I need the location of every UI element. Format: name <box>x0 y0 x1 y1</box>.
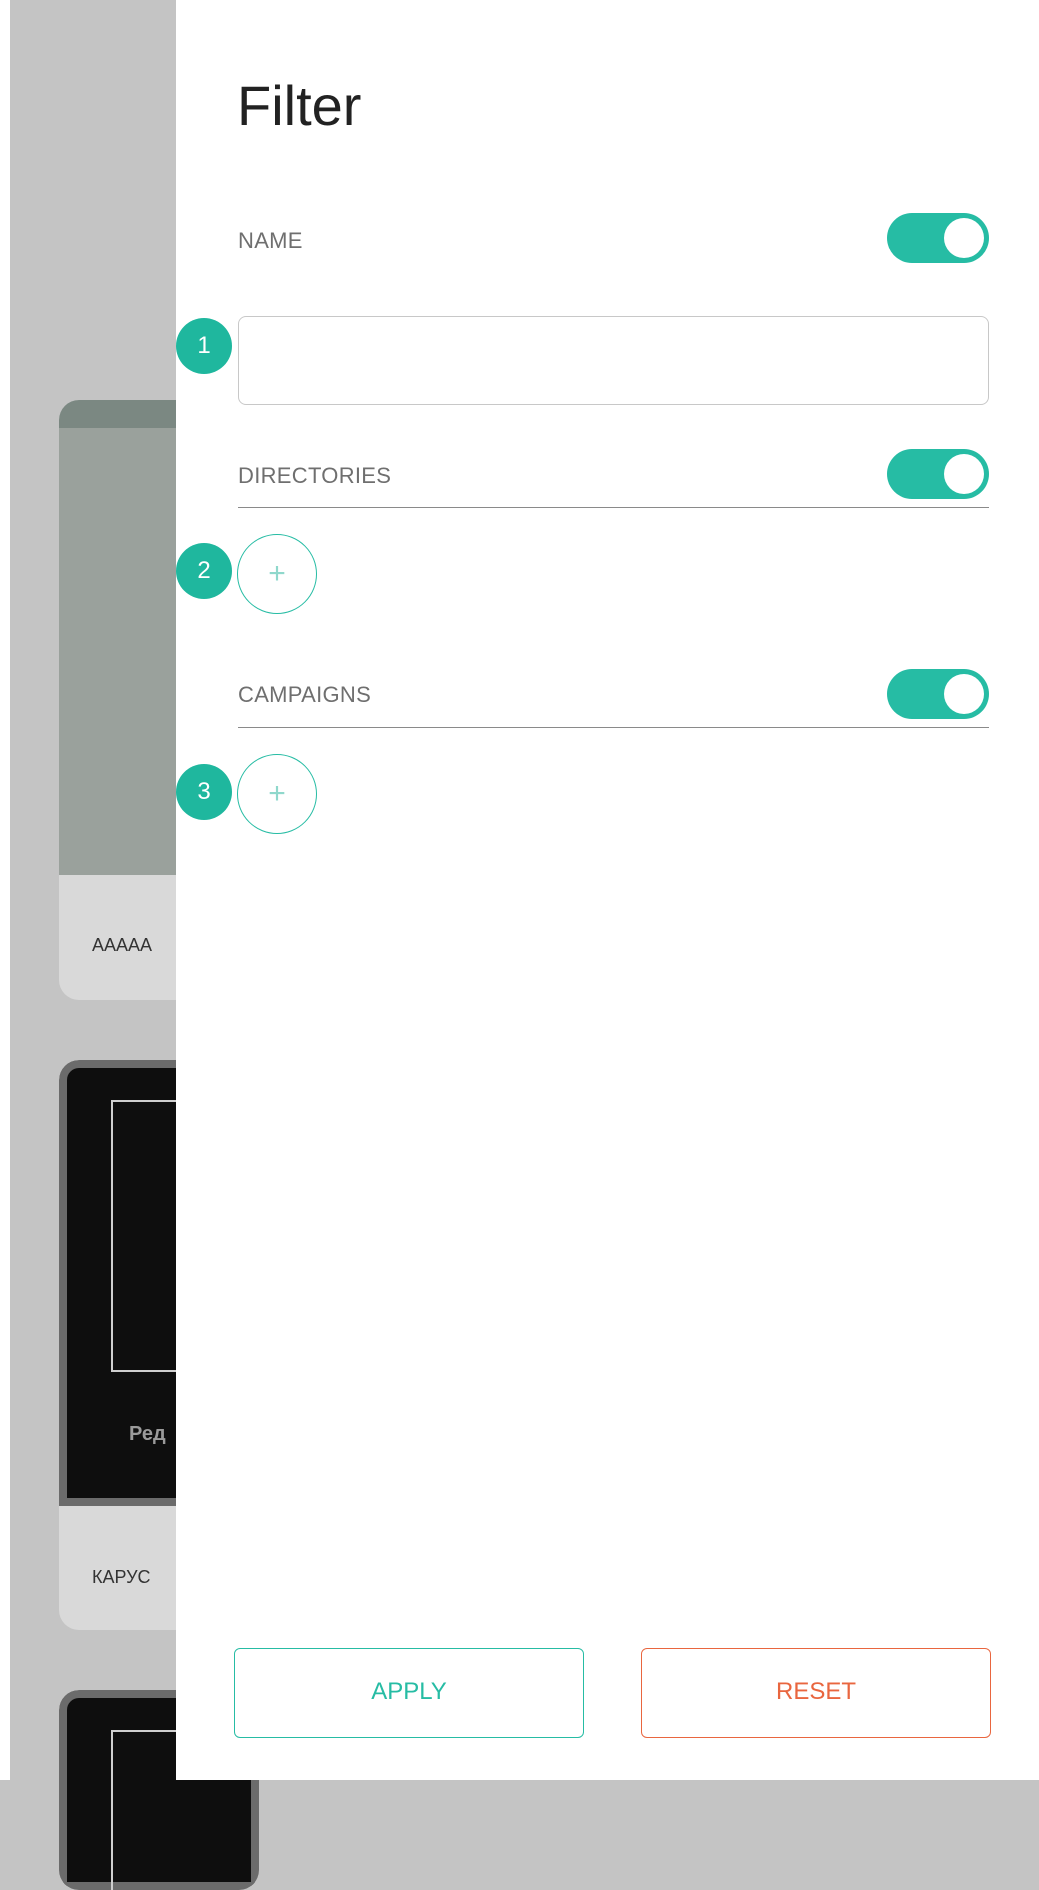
step-badge-3: 3 <box>176 764 232 820</box>
add-campaign-button[interactable]: + <box>237 754 317 834</box>
name-toggle[interactable] <box>887 213 989 263</box>
panel-title: Filter <box>237 74 362 137</box>
campaigns-label: CAMPAIGNS <box>238 682 372 707</box>
directories-toggle[interactable] <box>887 449 989 499</box>
card-caption: КАРУС <box>92 1567 151 1587</box>
toggle-knob <box>944 218 984 258</box>
plus-icon: + <box>268 777 286 810</box>
reset-button[interactable]: RESET <box>641 1648 991 1738</box>
thumbnail-text: Ред <box>129 1423 166 1445</box>
toggle-knob <box>944 454 984 494</box>
card-caption: AAAAA <box>92 935 153 955</box>
directories-label: DIRECTORIES <box>238 463 392 488</box>
campaigns-divider <box>238 727 989 728</box>
directories-divider <box>238 507 989 508</box>
filter-panel: Filter NAME 1 DIRECTORIES 2 + CAMPAIGNS … <box>176 0 1039 1780</box>
campaigns-toggle[interactable] <box>887 669 989 719</box>
apply-button[interactable]: APPLY <box>234 1648 584 1738</box>
plus-icon: + <box>268 557 286 590</box>
name-input[interactable] <box>238 316 989 405</box>
add-directory-button[interactable]: + <box>237 534 317 614</box>
toggle-knob <box>944 674 984 714</box>
page-edge <box>0 0 10 1780</box>
step-badge-2: 2 <box>176 543 232 599</box>
name-label: NAME <box>238 228 303 253</box>
step-badge-1: 1 <box>176 318 232 374</box>
